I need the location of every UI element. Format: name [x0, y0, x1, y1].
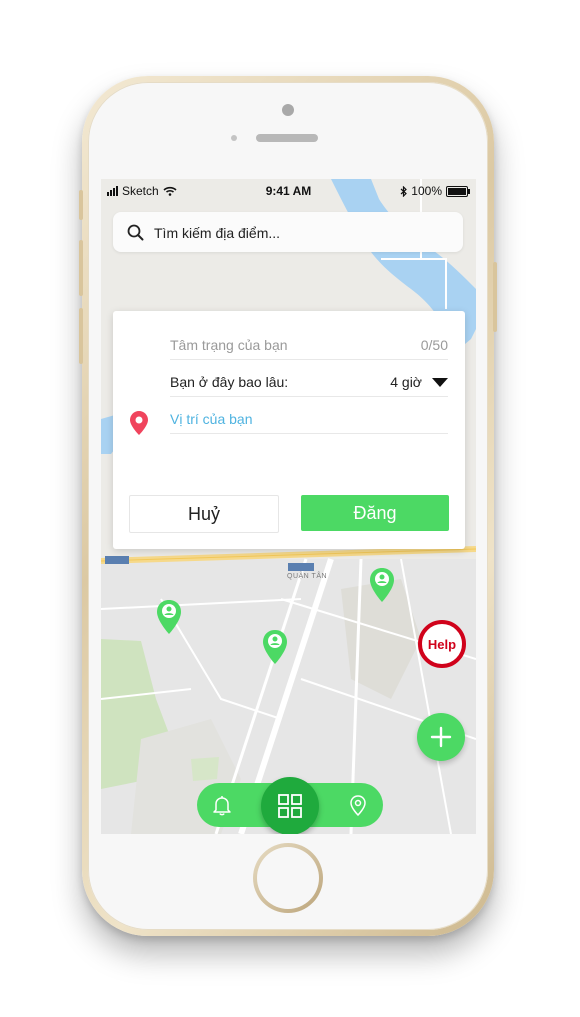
- volume-up-button: [79, 240, 83, 296]
- stay-duration-label: Bạn ở đây bao lâu:: [170, 374, 289, 390]
- mood-placeholder: Tâm trạng của bạn: [170, 337, 288, 353]
- search-input[interactable]: Tìm kiếm địa điểm...: [154, 225, 280, 241]
- volume-down-button: [79, 308, 83, 364]
- status-right: 100%: [400, 184, 470, 198]
- map-pin-icon[interactable]: [347, 794, 369, 816]
- location-field[interactable]: Vị trí của bạn: [170, 411, 448, 434]
- front-camera: [282, 104, 294, 116]
- search-icon: [127, 224, 144, 241]
- post-button[interactable]: Đăng: [301, 495, 449, 531]
- stay-duration-select[interactable]: Bạn ở đây bao lâu: 4 giờ: [170, 374, 448, 397]
- user-marker-icon[interactable]: [156, 599, 182, 635]
- user-marker-icon[interactable]: [369, 567, 395, 603]
- search-bar[interactable]: Tìm kiếm địa điểm...: [113, 212, 463, 252]
- tab-home-grid[interactable]: [261, 777, 319, 834]
- stay-duration-value: 4 giờ: [390, 374, 422, 390]
- power-button: [493, 262, 497, 332]
- earpiece-speaker: [256, 134, 318, 142]
- cancel-button[interactable]: Huỷ: [129, 495, 279, 533]
- home-button[interactable]: [253, 843, 323, 913]
- bluetooth-icon: [400, 185, 408, 197]
- battery-icon: [446, 185, 470, 197]
- post-status-dialog: Tâm trạng của bạn 0/50 Bạn ở đây bao lâu…: [113, 311, 465, 549]
- mood-char-count: 0/50: [420, 337, 448, 353]
- status-bar: Sketch 9:41 AM 100%: [101, 179, 476, 201]
- add-button[interactable]: [417, 713, 465, 761]
- mood-field[interactable]: Tâm trạng của bạn 0/50: [170, 337, 448, 360]
- battery-percent: 100%: [411, 184, 442, 198]
- mute-switch: [79, 190, 83, 220]
- location-placeholder: Vị trí của bạn: [170, 411, 253, 427]
- user-marker-icon[interactable]: [262, 629, 288, 665]
- bell-icon[interactable]: [211, 794, 233, 816]
- location-pin-icon: [130, 411, 148, 435]
- proximity-sensor: [231, 135, 237, 141]
- plus-icon: [430, 726, 452, 748]
- grid-icon: [278, 794, 302, 818]
- caret-down-icon: [432, 378, 448, 387]
- app-screen: QUẬN TÂN Sketch 9:41 AM 100% Tìm kiếm đị…: [101, 179, 476, 834]
- help-button[interactable]: Help: [418, 620, 466, 668]
- district-label: QUẬN TÂN: [287, 573, 328, 580]
